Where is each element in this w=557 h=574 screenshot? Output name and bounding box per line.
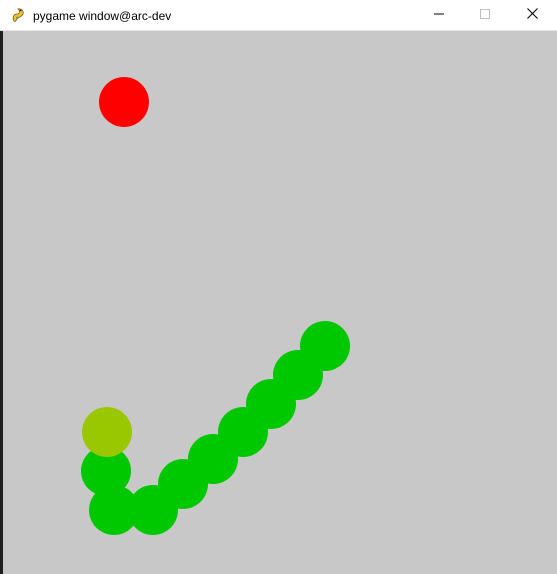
pygame-window: pygame window@arc-dev: [0, 0, 557, 574]
game-board: [81, 77, 350, 535]
snake: [81, 321, 350, 535]
window-title: pygame window@arc-dev: [33, 9, 172, 23]
food-apple: [99, 77, 149, 127]
minimize-button[interactable]: [416, 0, 462, 30]
close-button[interactable]: [508, 0, 557, 30]
close-icon: [527, 6, 538, 24]
pygame-snake-icon: [11, 7, 27, 23]
snake-head: [82, 407, 132, 457]
minimize-icon: [434, 6, 444, 24]
maximize-button[interactable]: [462, 0, 508, 30]
maximize-icon: [480, 6, 490, 24]
title-bar[interactable]: pygame window@arc-dev: [0, 0, 557, 31]
game-canvas[interactable]: [3, 31, 557, 574]
